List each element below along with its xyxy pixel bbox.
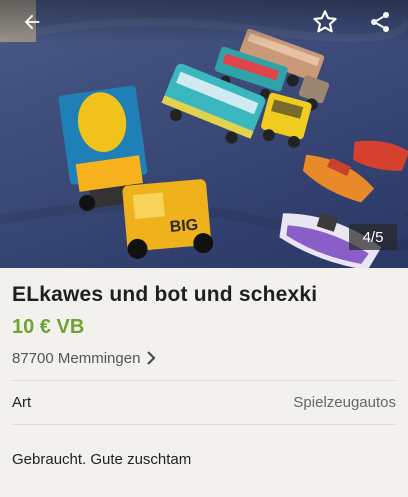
location-link[interactable]: 87700 Memmingen [12, 348, 156, 368]
arrow-back-icon [24, 14, 40, 30]
chevron-right-icon [146, 351, 156, 365]
listing-photo[interactable]: BIG 4/5 [0, 0, 408, 268]
star-outline-icon [313, 10, 337, 33]
listing-title: ELkawes und bot und schexki [12, 283, 318, 306]
listing-description: Gebraucht. Gute zuschtam [12, 451, 192, 468]
divider [12, 424, 396, 425]
share-icon [371, 12, 389, 32]
favorite-button[interactable] [308, 5, 342, 39]
divider [12, 380, 396, 381]
svg-text:BIG: BIG [169, 217, 199, 236]
location-text: 87700 Memmingen [12, 349, 141, 367]
attribute-label: Art [12, 394, 32, 411]
back-button[interactable] [15, 5, 49, 39]
share-button[interactable] [363, 5, 397, 39]
photo-toolbar [0, 0, 408, 44]
attribute-value: Spielzeugautos [293, 394, 396, 411]
listing-price: 10 € VB [12, 316, 85, 338]
photo-counter: 4/5 [349, 224, 397, 250]
